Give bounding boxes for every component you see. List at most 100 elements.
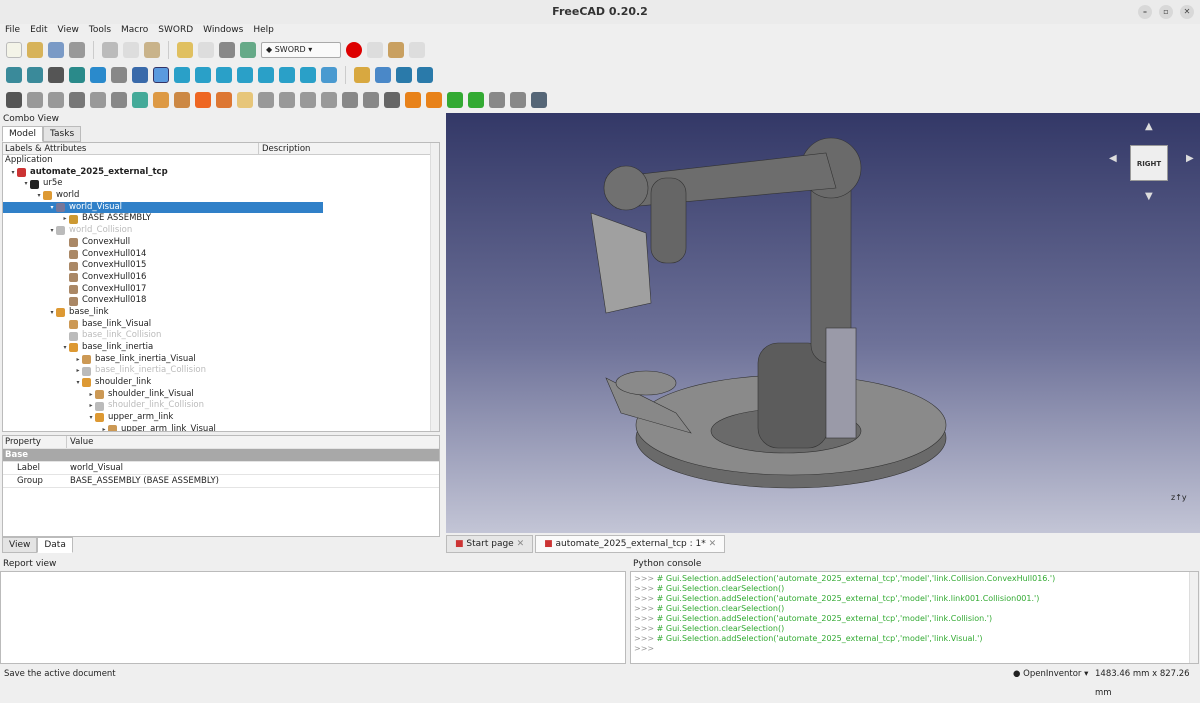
expand-arrow-icon[interactable]: ▾ bbox=[61, 342, 69, 354]
cross-icon[interactable] bbox=[111, 92, 127, 108]
tree-item[interactable]: ▾automate_2025_external_tcp bbox=[3, 167, 439, 179]
joint-icon[interactable] bbox=[132, 92, 148, 108]
navigation-style-selector[interactable]: ● OpenInventor ▾ bbox=[1013, 665, 1088, 684]
fit-selection-icon[interactable] bbox=[27, 67, 43, 83]
view-front-icon[interactable] bbox=[195, 67, 211, 83]
tree-item[interactable]: ▾world_Visual bbox=[3, 202, 323, 214]
open-icon[interactable] bbox=[27, 42, 43, 58]
tree-item[interactable]: ▸base_link_inertia_Visual bbox=[3, 354, 439, 366]
back-icon[interactable] bbox=[90, 67, 106, 83]
report-view[interactable] bbox=[0, 571, 626, 664]
expand-arrow-icon[interactable]: ▸ bbox=[87, 389, 95, 401]
refresh-icon[interactable] bbox=[219, 42, 235, 58]
redo-icon[interactable] bbox=[198, 42, 214, 58]
measure-icon[interactable] bbox=[321, 67, 337, 83]
workbench-select[interactable]: ◆ SWORD ▾ bbox=[261, 42, 341, 58]
view-bottom-icon[interactable] bbox=[279, 67, 295, 83]
tree-item[interactable]: ConvexHull015 bbox=[3, 260, 439, 272]
record-macro-icon[interactable] bbox=[346, 42, 362, 58]
view-top-icon[interactable] bbox=[216, 67, 232, 83]
expand-arrow-icon[interactable]: ▾ bbox=[48, 225, 56, 237]
expand-arrow-icon[interactable]: ▾ bbox=[74, 377, 82, 389]
edit-macro-icon[interactable] bbox=[388, 42, 404, 58]
tab-view[interactable]: View bbox=[2, 537, 37, 553]
view-right-icon[interactable] bbox=[237, 67, 253, 83]
menu-windows[interactable]: Windows bbox=[198, 24, 248, 37]
tool-icon[interactable] bbox=[27, 92, 43, 108]
group-icon[interactable] bbox=[375, 67, 391, 83]
menu-help[interactable]: Help bbox=[248, 24, 279, 37]
tree-item[interactable]: ▾base_link_inertia bbox=[3, 342, 439, 354]
curve-icon[interactable] bbox=[48, 92, 64, 108]
tab-model[interactable]: Model bbox=[2, 126, 43, 142]
tab-tasks[interactable]: Tasks bbox=[43, 126, 81, 142]
column-description[interactable]: Description bbox=[259, 143, 310, 154]
rotate-down-arrow-icon[interactable]: ▼ bbox=[1145, 191, 1153, 202]
column-labels[interactable]: Labels & Attributes bbox=[3, 143, 259, 154]
link-actions-icon[interactable] bbox=[417, 67, 433, 83]
stop-macro-icon[interactable] bbox=[367, 42, 383, 58]
expand-arrow-icon[interactable]: ▸ bbox=[87, 400, 95, 412]
menu-edit[interactable]: Edit bbox=[25, 24, 52, 37]
link-icon[interactable] bbox=[396, 67, 412, 83]
run-macro-icon[interactable] bbox=[409, 42, 425, 58]
chain-icon[interactable] bbox=[447, 92, 463, 108]
prop-group-base[interactable]: Base bbox=[3, 449, 439, 462]
delete-joint-icon[interactable] bbox=[69, 92, 85, 108]
kinematics-icon[interactable] bbox=[510, 92, 526, 108]
part-icon[interactable] bbox=[354, 67, 370, 83]
wave-icon[interactable] bbox=[363, 92, 379, 108]
tree-item[interactable]: ▾base_link bbox=[3, 307, 439, 319]
pentagon-icon[interactable] bbox=[90, 92, 106, 108]
3d-viewport[interactable]: RIGHT ▲ ◀ ▶ ▼ z↑y bbox=[446, 113, 1200, 533]
menu-tools[interactable]: Tools bbox=[84, 24, 116, 37]
rotate-right-arrow-icon[interactable]: ▶ bbox=[1186, 153, 1194, 164]
navigation-icon[interactable] bbox=[132, 67, 148, 83]
tree-item[interactable]: ConvexHull bbox=[3, 237, 439, 249]
tree-scrollbar[interactable] bbox=[430, 143, 439, 431]
expand-arrow-icon[interactable]: ▾ bbox=[48, 202, 56, 214]
tree-item[interactable]: ▾ur5e bbox=[3, 178, 439, 190]
menu-file[interactable]: File bbox=[0, 24, 25, 37]
close-tab-icon[interactable]: ✕ bbox=[709, 539, 717, 549]
expand-arrow-icon[interactable]: ▾ bbox=[48, 307, 56, 319]
menu-view[interactable]: View bbox=[53, 24, 84, 37]
bounding-box-icon[interactable] bbox=[69, 67, 85, 83]
tree-item[interactable]: ConvexHull016 bbox=[3, 272, 439, 284]
visual-icon[interactable] bbox=[174, 92, 190, 108]
expand-arrow-icon[interactable]: ▸ bbox=[100, 424, 108, 432]
tab-data[interactable]: Data bbox=[37, 537, 73, 553]
menu-macro[interactable]: Macro bbox=[116, 24, 153, 37]
tree-item[interactable]: ▸upper_arm_link_Visual bbox=[3, 424, 439, 432]
rotate-up-arrow-icon[interactable]: ▲ bbox=[1145, 121, 1153, 132]
wiggle-icon[interactable] bbox=[489, 92, 505, 108]
view-rear-icon[interactable] bbox=[258, 67, 274, 83]
workcell-icon[interactable] bbox=[300, 92, 316, 108]
wrap-icon[interactable] bbox=[216, 92, 232, 108]
rotate-left-arrow-icon[interactable]: ◀ bbox=[1109, 153, 1117, 164]
collision-icon[interactable] bbox=[195, 92, 211, 108]
forward-icon[interactable] bbox=[111, 67, 127, 83]
copy-icon[interactable] bbox=[123, 42, 139, 58]
pose-icon[interactable] bbox=[279, 92, 295, 108]
move-down-icon[interactable] bbox=[405, 92, 421, 108]
prop-row-group[interactable]: GroupBASE_ASSEMBLY (BASE ASSEMBLY) bbox=[3, 475, 439, 488]
minimize-button[interactable]: – bbox=[1138, 5, 1152, 19]
tree-item[interactable]: ▾upper_arm_link bbox=[3, 412, 439, 424]
expand-arrow-icon[interactable]: ▾ bbox=[22, 178, 30, 190]
screenshot-icon[interactable] bbox=[531, 92, 547, 108]
export-icon[interactable] bbox=[237, 92, 253, 108]
close-button[interactable]: ✕ bbox=[1180, 5, 1194, 19]
close-tab-icon[interactable]: ✕ bbox=[517, 539, 525, 549]
expand-arrow-icon[interactable]: ▾ bbox=[9, 167, 17, 179]
tree-item[interactable]: base_link_Collision bbox=[3, 330, 439, 342]
python-console[interactable]: >>> # Gui.Selection.addSelection('automa… bbox=[630, 571, 1199, 664]
cut-icon[interactable] bbox=[102, 42, 118, 58]
tree-item[interactable]: ▾world bbox=[3, 190, 439, 202]
fit-all-icon[interactable] bbox=[6, 67, 22, 83]
tree-item[interactable]: ▾shoulder_link bbox=[3, 377, 439, 389]
robot-icon[interactable] bbox=[6, 92, 22, 108]
tree-item[interactable]: base_link_Visual bbox=[3, 319, 439, 331]
menu-sword[interactable]: SWORD bbox=[153, 24, 198, 37]
navigation-cube[interactable]: RIGHT bbox=[1130, 145, 1168, 181]
